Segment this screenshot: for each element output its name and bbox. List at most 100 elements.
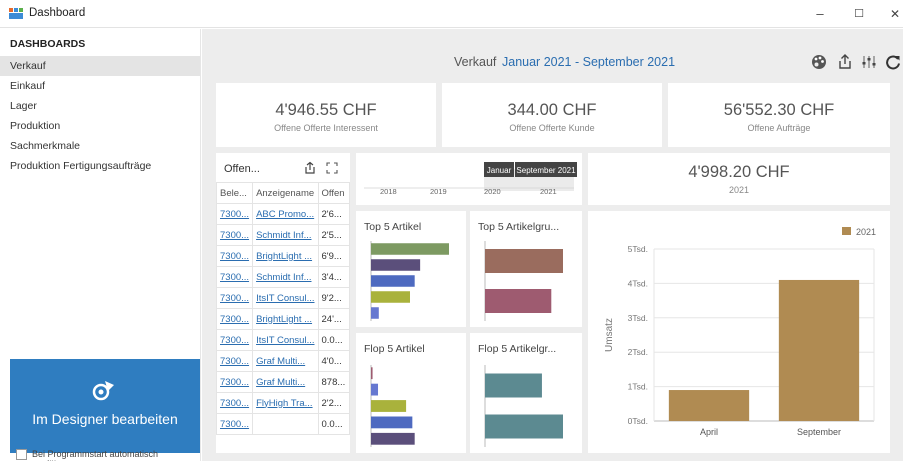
kpi-card-offerte-kunde[interactable]: 344.00 CHF Offene Offerte Kunde (442, 83, 662, 147)
table-row[interactable]: 7300... Graf Multi... 878... (216, 371, 350, 393)
sidebar-item-lager[interactable]: Lager (0, 96, 200, 116)
close-button[interactable]: ✕ (880, 4, 903, 24)
flop-artikelgruppen-chart-card[interactable]: Flop 5 Artikelgr... (470, 333, 582, 453)
umsatz-bar[interactable] (778, 279, 860, 421)
filter-settings-icon[interactable] (860, 53, 878, 71)
expand-icon[interactable] (326, 162, 338, 174)
sidebar-item-produktion[interactable]: Produktion (0, 116, 200, 136)
refresh-icon[interactable] (884, 53, 902, 71)
column-header[interactable]: Bele... (216, 182, 254, 204)
name-cell[interactable]: BrightLight ... (252, 308, 319, 330)
sidebar-item-sachmerkmale[interactable]: Sachmerkmale (0, 136, 200, 156)
chart-bar[interactable] (371, 400, 407, 412)
offen-cell: 3'4... (317, 266, 350, 288)
chart-bar[interactable] (371, 307, 379, 319)
chart-bar[interactable] (371, 291, 410, 303)
table-row[interactable]: 7300... BrightLight ... 24'... (216, 308, 350, 330)
palette-icon[interactable] (810, 53, 828, 71)
table-row[interactable]: 7300... ABC Promo... 2'6... (216, 203, 350, 225)
timeline-year-label: 2018 (380, 187, 397, 196)
beleg-cell[interactable]: 7300... (216, 329, 254, 351)
sidebar-item-fertigungsauftraege[interactable]: Produktion Fertigungsaufträge (0, 156, 200, 176)
kpi-card-offerte-interessent[interactable]: 4'946.55 CHF Offene Offerte Interessent (216, 83, 436, 147)
name-cell[interactable]: BrightLight ... (252, 245, 319, 267)
dashboard-header: Verkauf Januar 2021 - September 2021 (202, 29, 903, 75)
chart-bar[interactable] (371, 383, 379, 396)
timeline-year-label: 2019 (430, 187, 447, 196)
beleg-cell[interactable]: 7300... (216, 371, 254, 393)
kpi-label: Offene Offerte Interessent (274, 123, 378, 133)
table-row[interactable]: 7300... Schmidt Inf... 2'5... (216, 224, 350, 246)
beleg-cell[interactable]: 7300... (216, 266, 254, 288)
top-artikelgruppen-chart-card[interactable]: Top 5 Artikelgru... (470, 211, 582, 327)
export-icon[interactable] (303, 161, 317, 175)
beleg-cell[interactable]: 7300... (216, 287, 254, 309)
kpi-card-total-2021[interactable]: 4'998.20 CHF 2021 (588, 153, 890, 205)
name-cell[interactable]: Schmidt Inf... (252, 224, 319, 246)
table-row[interactable]: 7300... BrightLight ... 6'9... (216, 245, 350, 267)
autostart-option: Bei Programmstart automatisch ausführen (10, 448, 200, 461)
y-axis-label: Umsatz (604, 318, 615, 352)
designer-button[interactable]: Im Designer bearbeiten (10, 359, 200, 453)
maximize-button[interactable]: ☐ (844, 4, 874, 24)
chart-bar[interactable] (371, 243, 449, 255)
chart-bar[interactable] (485, 249, 563, 273)
beleg-cell[interactable]: 7300... (216, 413, 254, 435)
chart-bar[interactable] (371, 275, 415, 287)
column-header[interactable]: Anzeigename (252, 182, 319, 204)
umsatz-chart-card[interactable]: 0Tsd. 1Tsd. 2Tsd. 3Tsd. 4Tsd. 5Tsd. Umsatz Apri… (588, 211, 890, 453)
title-bar: Dashboard – ☐ ✕ (0, 0, 903, 28)
y-tick-label: 1Tsd. (628, 382, 648, 392)
offen-cell: 9'2... (317, 287, 350, 309)
sidebar-item-verkauf[interactable]: Verkauf (0, 56, 200, 76)
table-row[interactable]: 7300... Graf Multi... 4'0... (216, 350, 350, 372)
chart-bar[interactable] (371, 416, 413, 429)
kpi-card-offene-auftraege[interactable]: 56'552.30 CHF Offene Aufträge (668, 83, 890, 147)
kpi-label: 2021 (728, 185, 750, 195)
dashboard-name: Verkauf (454, 55, 497, 69)
flop-artikelgruppen-chart (484, 365, 563, 447)
chart-bar[interactable] (485, 373, 542, 398)
sidebar: DASHBOARDS Verkauf Einkauf Lager Produkt… (0, 29, 201, 461)
beleg-cell[interactable]: 7300... (216, 350, 254, 372)
name-cell[interactable]: FlyHigh Tra... (252, 392, 319, 414)
beleg-cell[interactable]: 7300... (216, 308, 254, 330)
top-artikel-chart-card[interactable]: Top 5 Artikel (356, 211, 466, 327)
name-cell[interactable]: ItsIT Consul... (252, 329, 319, 351)
chart-bar[interactable] (485, 289, 552, 313)
umsatz-bar[interactable] (668, 390, 750, 421)
chart-bar[interactable] (371, 432, 415, 445)
beleg-cell[interactable]: 7300... (216, 224, 254, 246)
name-cell[interactable]: Graf Multi... (252, 350, 319, 372)
table-row[interactable]: 7300... ItsIT Consul... 9'2... (216, 287, 350, 309)
table-row[interactable]: 7300... ItsIT Consul... 0.0... (216, 329, 350, 351)
chart-title: Flop 5 Artikel (364, 343, 425, 355)
timeline-year-label: 2021 (540, 187, 557, 196)
name-cell[interactable] (252, 413, 319, 435)
timeline-card[interactable]: Januar September 2021 2018 2019 2020 202… (356, 153, 582, 205)
name-cell[interactable]: Graf Multi... (252, 371, 319, 393)
table-row[interactable]: 7300... Schmidt Inf... 3'4... (216, 266, 350, 288)
window-title: Dashboard (29, 7, 86, 19)
table-row[interactable]: 7300... FlyHigh Tra... 2'2... (216, 392, 350, 414)
sidebar-item-einkauf[interactable]: Einkauf (0, 76, 200, 96)
beleg-cell[interactable]: 7300... (216, 392, 254, 414)
offen-cell: 2'5... (317, 224, 350, 246)
legend-label[interactable]: 2021 (856, 227, 876, 237)
name-cell[interactable]: ItsIT Consul... (252, 287, 319, 309)
chart-bar[interactable] (371, 259, 421, 271)
column-header[interactable]: Offen (317, 182, 350, 204)
kpi-value: 344.00 CHF (507, 101, 597, 119)
beleg-cell[interactable]: 7300... (216, 245, 254, 267)
chart-bar[interactable] (371, 367, 373, 380)
minimize-button[interactable]: – (805, 4, 835, 24)
name-cell[interactable]: ABC Promo... (252, 203, 319, 225)
beleg-cell[interactable]: 7300... (216, 203, 254, 225)
name-cell[interactable]: Schmidt Inf... (252, 266, 319, 288)
timeline-range[interactable]: Januar September 2021 2018 2019 2020 202… (356, 153, 582, 205)
table-row[interactable]: 7300... 0.0... (216, 413, 350, 435)
export-icon[interactable] (836, 53, 854, 71)
flop-artikel-chart-card[interactable]: Flop 5 Artikel (356, 333, 466, 453)
autostart-checkbox[interactable] (16, 449, 27, 460)
chart-bar[interactable] (485, 414, 563, 439)
